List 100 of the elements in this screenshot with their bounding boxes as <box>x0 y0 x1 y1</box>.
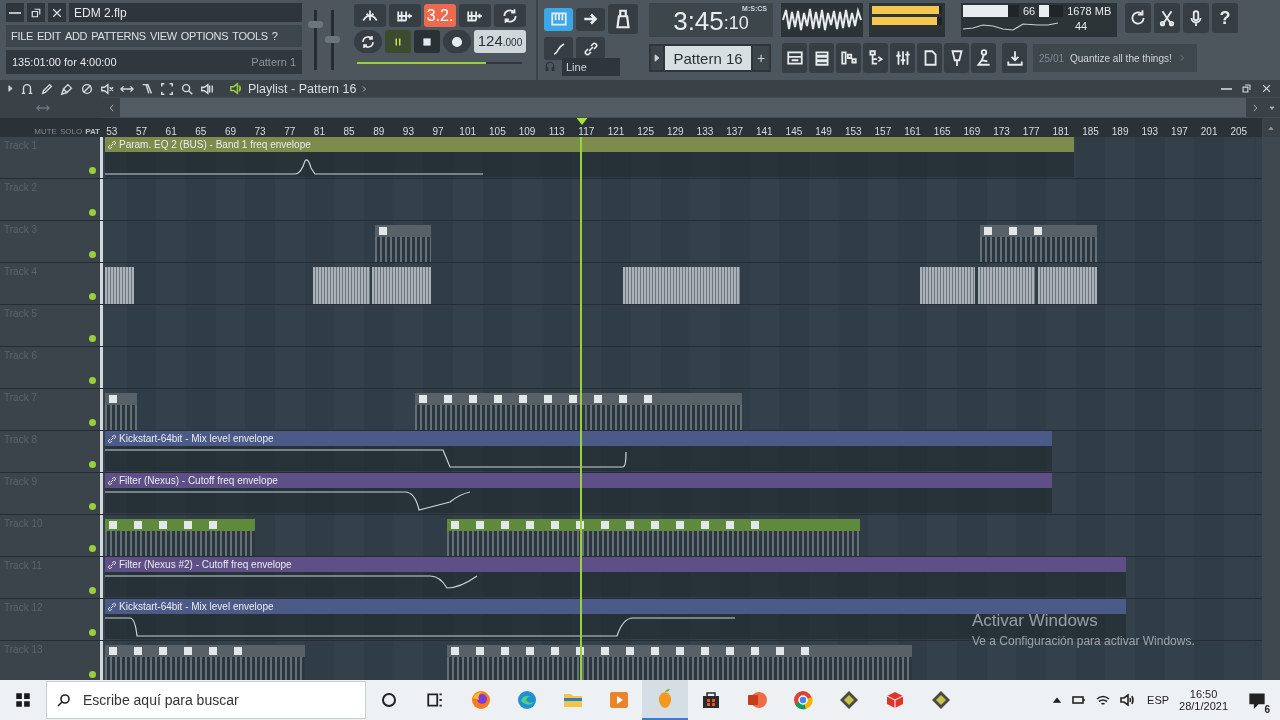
curve-button[interactable] <box>544 37 573 60</box>
piano-button[interactable] <box>836 43 861 73</box>
mixer-button[interactable] <box>890 43 915 73</box>
pattern-selector[interactable]: Pattern 16 <box>665 46 751 70</box>
audio-clip[interactable] <box>105 267 134 304</box>
bar-number: 81 <box>312 126 326 137</box>
add-pattern-button[interactable]: + <box>753 46 769 70</box>
language-indicator[interactable]: ESP <box>1147 694 1170 706</box>
stop-button[interactable] <box>414 30 440 53</box>
refresh-icon <box>1129 9 1147 27</box>
diamond-icon <box>930 689 952 711</box>
track-enable-led[interactable] <box>89 629 96 636</box>
loop-icon <box>360 33 376 50</box>
audio-clip[interactable] <box>978 267 1035 304</box>
file-button[interactable] <box>917 43 942 73</box>
track-enable-led[interactable] <box>89 587 96 594</box>
track-enable-led[interactable] <box>89 251 96 258</box>
menu-item[interactable]: TOOLS <box>232 30 268 42</box>
menu-item[interactable]: OPTIONS <box>180 30 229 42</box>
bar-number: 165 <box>932 126 952 137</box>
scissors-button[interactable] <box>1154 3 1180 33</box>
clip-header[interactable]: Kickstart-64bit - Mix level envelope <box>105 431 1052 446</box>
help-button[interactable]: ? <box>1212 3 1238 33</box>
channels-button[interactable] <box>809 43 834 73</box>
audio-clip[interactable] <box>1038 267 1097 304</box>
knob-button[interactable] <box>608 4 638 34</box>
arrow-button[interactable] <box>576 7 605 31</box>
vertical-scrollbar[interactable] <box>1262 137 1280 680</box>
song-mode-button[interactable] <box>354 30 382 53</box>
menu-item[interactable]: VIEW <box>149 30 177 42</box>
track-enable-led[interactable] <box>89 671 96 678</box>
track-enable-led[interactable] <box>89 293 96 300</box>
track-enable-led[interactable] <box>89 335 96 342</box>
clip-header[interactable] <box>105 519 255 531</box>
play-small-icon <box>652 53 662 63</box>
track-enable-led[interactable] <box>89 167 96 174</box>
restore-button[interactable] <box>27 3 45 22</box>
snap-dropdown[interactable]: Line <box>562 58 620 76</box>
menu-item[interactable]: FILE <box>11 30 34 42</box>
playback-tool-button[interactable] <box>199 80 215 97</box>
step-edit-button[interactable] <box>459 4 491 27</box>
select-tool-button[interactable] <box>159 80 175 97</box>
play-pattern-button[interactable] <box>651 46 663 70</box>
track-enable-led[interactable] <box>89 419 96 426</box>
window-title: EDM 2.flp <box>69 3 302 22</box>
microphone-button[interactable] <box>1183 3 1209 33</box>
diamond-icon <box>838 689 860 711</box>
clip-header[interactable] <box>375 225 431 237</box>
clip-header[interactable] <box>447 519 860 531</box>
link-button[interactable] <box>576 37 605 60</box>
link-icon <box>107 433 117 444</box>
clip-header[interactable] <box>447 645 912 657</box>
record-button[interactable] <box>443 30 471 53</box>
audio-clip[interactable] <box>920 267 975 304</box>
track-enable-led[interactable] <box>89 377 96 384</box>
bar-number: 201 <box>1199 126 1219 137</box>
scroll-up-button[interactable] <box>1262 118 1280 137</box>
horizontal-scrollbar[interactable] <box>120 98 1246 117</box>
menu-item[interactable]: EDIT <box>37 30 61 42</box>
tempo-field[interactable]: 124.000 <box>474 30 526 53</box>
bar-number: 61 <box>164 126 178 137</box>
download-button[interactable] <box>1002 43 1027 73</box>
menu-item[interactable]: ? <box>271 30 278 42</box>
browser-button[interactable] <box>863 43 888 73</box>
typing-keyboard-button[interactable] <box>544 7 573 31</box>
menu-item[interactable]: ADD <box>64 30 88 42</box>
close-button[interactable] <box>48 3 66 22</box>
search-field[interactable]: Escribe aquí para buscar <box>46 681 366 719</box>
playlist-button[interactable] <box>782 43 807 73</box>
plugin-button[interactable] <box>944 43 969 73</box>
clip-header[interactable] <box>105 645 305 657</box>
clock-time[interactable]: 16:50 <box>1189 688 1218 700</box>
clip-header[interactable]: Filter (Nexus) - Cutoff freq envelope <box>105 473 1052 488</box>
mute-tool-button[interactable] <box>99 80 115 97</box>
track-enable-led[interactable] <box>89 545 96 552</box>
loop-record-button[interactable] <box>494 4 526 27</box>
menu-item[interactable]: PATTERNS <box>91 30 146 42</box>
clip-header[interactable]: Filter (Nexus #2) - Cutoff freq envelope <box>105 557 1126 572</box>
delete-icon <box>80 81 94 96</box>
track-enable-led[interactable] <box>89 503 96 510</box>
audio-clip[interactable] <box>313 267 370 304</box>
clip-header[interactable]: Kickstart-64bit - Mix level envelope <box>105 599 1126 614</box>
audio-clip[interactable] <box>623 267 740 304</box>
minimize-button[interactable] <box>6 3 24 22</box>
wait-record-button[interactable] <box>389 4 421 27</box>
keyboard-icon <box>549 10 568 28</box>
clip-header[interactable] <box>415 393 742 405</box>
track-enable-led[interactable] <box>89 209 96 216</box>
track-enable-led[interactable] <box>89 461 96 468</box>
refresh-button[interactable] <box>1125 3 1151 33</box>
notification-count[interactable]: 6 <box>1264 704 1270 715</box>
audio-clip[interactable] <box>372 267 431 304</box>
clock-date[interactable]: 28/1/2021 <box>1179 700 1228 712</box>
clip-header[interactable] <box>980 225 1097 237</box>
loop-icon <box>501 6 519 25</box>
metronome-button[interactable] <box>354 4 386 27</box>
news-panel[interactable]: 25/01 Quantize all the things! <box>1033 44 1197 72</box>
clip-header[interactable]: Param. EQ 2 (BUS) - Band 1 freq envelope <box>105 137 1074 152</box>
person-button[interactable] <box>971 43 996 73</box>
clip-header[interactable] <box>105 393 137 405</box>
